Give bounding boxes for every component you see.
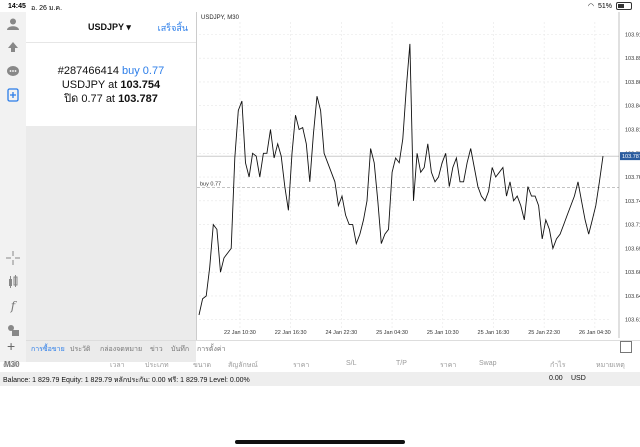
trade-arrows-icon-svg [8,42,18,52]
y-tick-label: 103.665 [625,270,640,276]
column-header-3: ขนาด [193,362,212,369]
y-tick-label: 103.915 [625,32,640,38]
column-header-11: หมายเหตุ [596,362,625,369]
y-tick-label: 103.865 [625,80,640,86]
battery-icon [616,2,632,10]
column-header-4: สัญลักษณ์ [228,362,258,369]
order-line-1: #287466414 buy 0.77 [26,64,196,78]
x-tick-label: 25 Jan 10:30 [427,330,459,336]
crosshair-icon[interactable] [5,250,21,266]
x-tick-label: 25 Jan 04:30 [376,330,408,336]
y-tick-label: 103.815 [625,127,640,133]
column-header-8: ราคา [440,362,457,369]
column-header-0: คำสั่ง [3,362,20,369]
y-tick-label: 103.690 [625,246,640,252]
function-icon[interactable]: f [5,298,21,314]
tab-5[interactable]: การตั้งค่า [197,344,226,355]
layout-icon[interactable] [620,341,632,353]
trade-header: USDJPY ▾ เสร็จสิ้น [26,12,196,43]
order-ticket: #287466414 [57,65,119,77]
x-tick-label: 22 Jan 10:30 [224,330,256,336]
order-close-price: 103.787 [118,93,158,105]
price-chart[interactable]: USDJPY, M30 103.915103.890103.865103.840… [196,12,640,340]
tab-1[interactable]: ประวัติ [70,344,90,355]
tab-0[interactable]: การซื้อขาย [31,344,65,355]
y-tick-label: 103.740 [625,199,640,205]
order-close-at: ปิด 0.77 at [64,93,115,105]
x-tick-label: 26 Jan 04:30 [579,330,611,336]
order-line-3: ปิด 0.77 at 103.787 [26,92,196,106]
indicators-icon-svg [9,275,18,288]
trade-arrows-icon[interactable] [5,38,21,54]
done-button[interactable]: เสร็จสิ้น [158,21,188,35]
y-tick-label: 103.640 [625,294,640,300]
tab-2[interactable]: กล่องจดหมาย [100,344,142,355]
wifi-icon: ◠ [587,3,594,10]
chart-svg[interactable]: 103.915 103.890 103.865 103.840 103.815 103.7… [197,12,640,340]
balance-currency: USD [571,375,586,382]
panel-empty-area [26,126,196,362]
x-tick-label: 25 Jan 22:30 [528,330,560,336]
y-tick-label: 103.765 [625,175,640,181]
column-header-2: ประเภท [145,362,169,369]
symbol-selector[interactable]: USDJPY ▾ [88,22,131,33]
x-tick-label: 25 Jan 16:30 [478,330,510,336]
add-icon[interactable]: + [7,338,15,354]
price-series-line [198,43,604,316]
column-header-5: ราคา [293,362,310,369]
trade-panel: USDJPY ▾ เสร็จสิ้น #287466414 buy 0.77 U… [26,12,196,126]
y-tick-label: 103.840 [625,104,640,110]
left-toolbar: f M30 [0,12,27,369]
status-time: 14:45 [8,3,26,10]
column-header-1: เวลา [110,362,125,369]
balance-profit: 0.00 [549,375,563,382]
x-tick-label: 22 Jan 16:30 [275,330,307,336]
column-header-9: Swap [479,360,497,367]
new-order-icon[interactable] [5,87,21,103]
account-icon-svg [7,18,19,30]
new-order-icon-svg [7,88,19,102]
current-price-label: 103.787 [622,154,640,160]
order-line-label: buy 0.77 [200,182,221,188]
battery-percent: 51% [597,2,612,10]
order-symbol-at: USDJPY at [61,79,118,91]
home-indicator[interactable] [235,440,405,444]
bottom-tabs: การซื้อขาย ประวัติ กล่องจดหมาย ข่าว บันทึก กา… [26,340,640,355]
account-icon[interactable] [5,16,21,32]
objects-icon-svg [8,325,19,336]
tab-4[interactable]: บันทึก [171,344,189,355]
balance-text: Balance: 1 829.79 Equity: 1 829.79 หลักป… [3,377,250,384]
order-action: buy 0.77 [122,65,165,77]
status-right: ◠ 51% [588,2,632,10]
column-header-7: T/P [396,360,407,367]
balance-bar: Balance: 1 829.79 Equity: 1 829.79 หลักป… [0,372,640,386]
column-header-10: กำไร [550,362,566,369]
chat-icon[interactable] [5,64,21,80]
y-tick-label: 103.615 [625,318,640,324]
column-headers: คำสั่ง เวลา ประเภท ขนาด สัญลักษณ์ ราคา S/L T/P ร… [0,358,640,372]
tab-3[interactable]: ข่าว [150,344,163,355]
y-tick-label: 103.715 [625,223,640,229]
x-tick-label: 24 Jan 22:30 [325,330,357,336]
order-open-price: 103.754 [120,79,161,91]
crosshair-icon-svg [6,251,20,265]
indicators-icon[interactable] [5,274,21,290]
order-line-2: USDJPY at 103.754 [26,78,196,92]
column-header-6: S/L [346,360,357,367]
chat-icon-svg [7,66,19,76]
objects-icon[interactable] [5,322,21,338]
y-tick-label: 103.890 [625,56,640,62]
order-confirmation: #287466414 buy 0.77 USDJPY at 103.754 ปิ… [26,64,196,106]
